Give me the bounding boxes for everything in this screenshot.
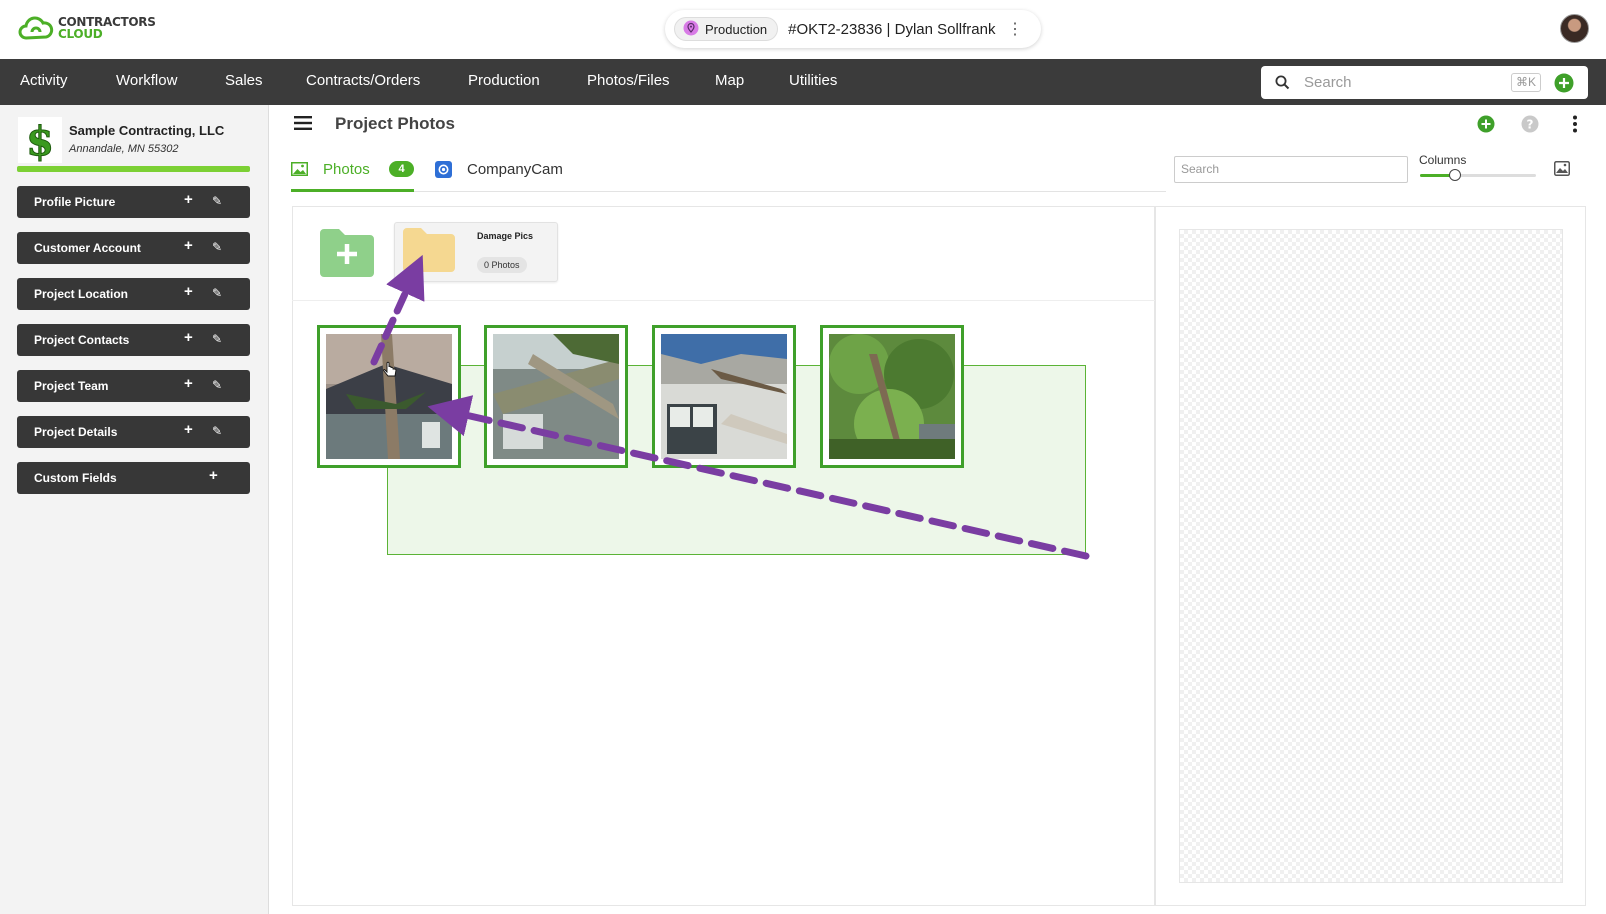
section-label: Project Contacts xyxy=(34,333,130,347)
section-label: Custom Fields xyxy=(34,471,117,485)
nav-item-map[interactable]: Map xyxy=(715,72,744,89)
folder-name: Damage Pics xyxy=(477,231,534,241)
nav-item-utilities[interactable]: Utilities xyxy=(789,72,837,89)
more-vertical-icon[interactable] xyxy=(1572,115,1578,133)
add-icon[interactable]: + xyxy=(184,329,193,346)
photo-thumbnail[interactable] xyxy=(484,325,628,468)
nav-item-sales[interactable]: Sales xyxy=(225,72,263,89)
companycam-icon xyxy=(435,161,452,178)
search-placeholder: Search xyxy=(1304,74,1352,91)
pencil-icon[interactable]: ✎ xyxy=(212,378,222,392)
new-folder-button[interactable] xyxy=(317,227,377,279)
help-icon[interactable]: ? xyxy=(1521,115,1539,133)
pencil-icon[interactable]: ✎ xyxy=(212,424,222,438)
search-shortcut: ⌘K xyxy=(1511,73,1542,92)
add-icon[interactable]: + xyxy=(209,467,218,484)
columns-label: Columns xyxy=(1419,153,1467,167)
add-folder-icon xyxy=(320,229,374,277)
folder-photo-count: 0 Photos xyxy=(477,257,527,273)
nav-item-workflow[interactable]: Workflow xyxy=(116,72,177,89)
svg-text:?: ? xyxy=(1527,118,1534,132)
company-name: Sample Contracting, LLC xyxy=(69,123,225,138)
section-profile-picture[interactable]: Profile Picture + ✎ xyxy=(17,186,250,218)
main-nav: Activity Workflow Sales Contracts/Orders… xyxy=(0,59,1606,105)
section-label: Project Team xyxy=(34,379,109,393)
add-icon[interactable]: + xyxy=(184,421,193,438)
add-icon[interactable]: + xyxy=(184,237,193,254)
cloud-logo-icon xyxy=(18,16,54,40)
photo-count-badge: 4 xyxy=(389,161,414,177)
nav-item-activity[interactable]: Activity xyxy=(20,72,68,89)
image-view-icon[interactable] xyxy=(1554,161,1570,176)
logo-line-2: CLOUD xyxy=(58,27,103,41)
section-label: Project Location xyxy=(34,287,129,301)
photo-image xyxy=(493,334,619,459)
nav-item-production[interactable]: Production xyxy=(468,72,540,89)
status-label: Production xyxy=(705,21,768,37)
progress-bar xyxy=(17,166,250,172)
pencil-icon[interactable]: ✎ xyxy=(212,286,222,300)
location-pin-icon xyxy=(683,20,699,36)
divider xyxy=(292,300,1155,301)
section-label: Customer Account xyxy=(34,241,141,255)
image-icon xyxy=(291,162,308,176)
folder-damage-pics[interactable]: Damage Pics 0 Photos xyxy=(394,222,558,282)
add-icon[interactable]: + xyxy=(184,283,193,300)
company-header: $ Sample Contracting, LLC Annandale, MN … xyxy=(18,117,250,167)
search-placeholder: Search xyxy=(1181,162,1220,176)
logo-wordmark: CONTRACTORS CLOUD xyxy=(58,16,156,40)
pencil-icon[interactable]: ✎ xyxy=(212,194,222,208)
job-title: #OKT2-23836 | Dylan Sollfrank xyxy=(788,20,996,38)
project-sidebar: $ Sample Contracting, LLC Annandale, MN … xyxy=(0,105,269,914)
job-selector[interactable]: Production #OKT2-23836 | Dylan Sollfrank… xyxy=(665,10,1041,48)
top-bar: CONTRACTORS CLOUD Production #OKT2-23836… xyxy=(0,0,1606,59)
add-circle-icon[interactable] xyxy=(1477,115,1495,133)
section-project-contacts[interactable]: Project Contacts + ✎ xyxy=(17,324,250,356)
global-search[interactable]: Search ⌘K xyxy=(1261,66,1588,99)
photo-preview xyxy=(1179,229,1563,883)
section-project-team[interactable]: Project Team + ✎ xyxy=(17,370,250,402)
section-customer-account[interactable]: Customer Account + ✎ xyxy=(17,232,250,264)
avatar[interactable] xyxy=(1560,14,1589,43)
photo-tabs: Photos 4 CompanyCam xyxy=(291,155,1166,192)
nav-item-contracts-orders[interactable]: Contracts/Orders xyxy=(306,72,420,89)
svg-text:$: $ xyxy=(26,118,54,163)
columns-slider[interactable] xyxy=(1420,169,1536,181)
section-label: Profile Picture xyxy=(34,195,116,209)
slider-handle[interactable] xyxy=(1448,169,1461,181)
pencil-icon[interactable]: ✎ xyxy=(212,332,222,346)
photo-thumbnail[interactable] xyxy=(652,325,796,468)
photo-thumbnail[interactable] xyxy=(317,325,461,468)
tab-photos[interactable]: Photos 4 xyxy=(291,155,414,192)
section-custom-fields[interactable]: Custom Fields + xyxy=(17,462,250,494)
photo-image xyxy=(829,334,955,459)
add-icon[interactable]: + xyxy=(184,191,193,208)
page-title: Project Photos xyxy=(335,114,455,133)
contractors-cloud-logo[interactable]: CONTRACTORS CLOUD xyxy=(18,14,156,42)
nav-item-photos-files[interactable]: Photos/Files xyxy=(587,72,670,89)
tab-label: CompanyCam xyxy=(467,161,563,178)
add-circle-icon[interactable] xyxy=(1554,73,1574,93)
pencil-icon[interactable]: ✎ xyxy=(212,240,222,254)
photo-thumbnail[interactable] xyxy=(820,325,964,468)
company-location: Annandale, MN 55302 xyxy=(69,143,179,155)
section-label: Project Details xyxy=(34,425,118,439)
photo-grid-panel xyxy=(292,206,1155,906)
dollar-logo-icon: $ xyxy=(18,117,62,166)
photo-image xyxy=(326,334,452,459)
folder-icon xyxy=(403,228,455,272)
status-chip[interactable]: Production xyxy=(674,17,779,41)
section-project-details[interactable]: Project Details + ✎ xyxy=(17,416,250,448)
add-icon[interactable]: + xyxy=(184,375,193,392)
tab-label: Photos xyxy=(323,161,370,178)
photo-image xyxy=(661,334,787,459)
more-vertical-icon[interactable]: ⋮ xyxy=(1007,19,1023,39)
search-icon xyxy=(1275,75,1290,90)
hamburger-menu-icon[interactable] xyxy=(294,116,312,130)
section-project-location[interactable]: Project Location + ✎ xyxy=(17,278,250,310)
photo-search-input[interactable]: Search xyxy=(1174,156,1408,183)
